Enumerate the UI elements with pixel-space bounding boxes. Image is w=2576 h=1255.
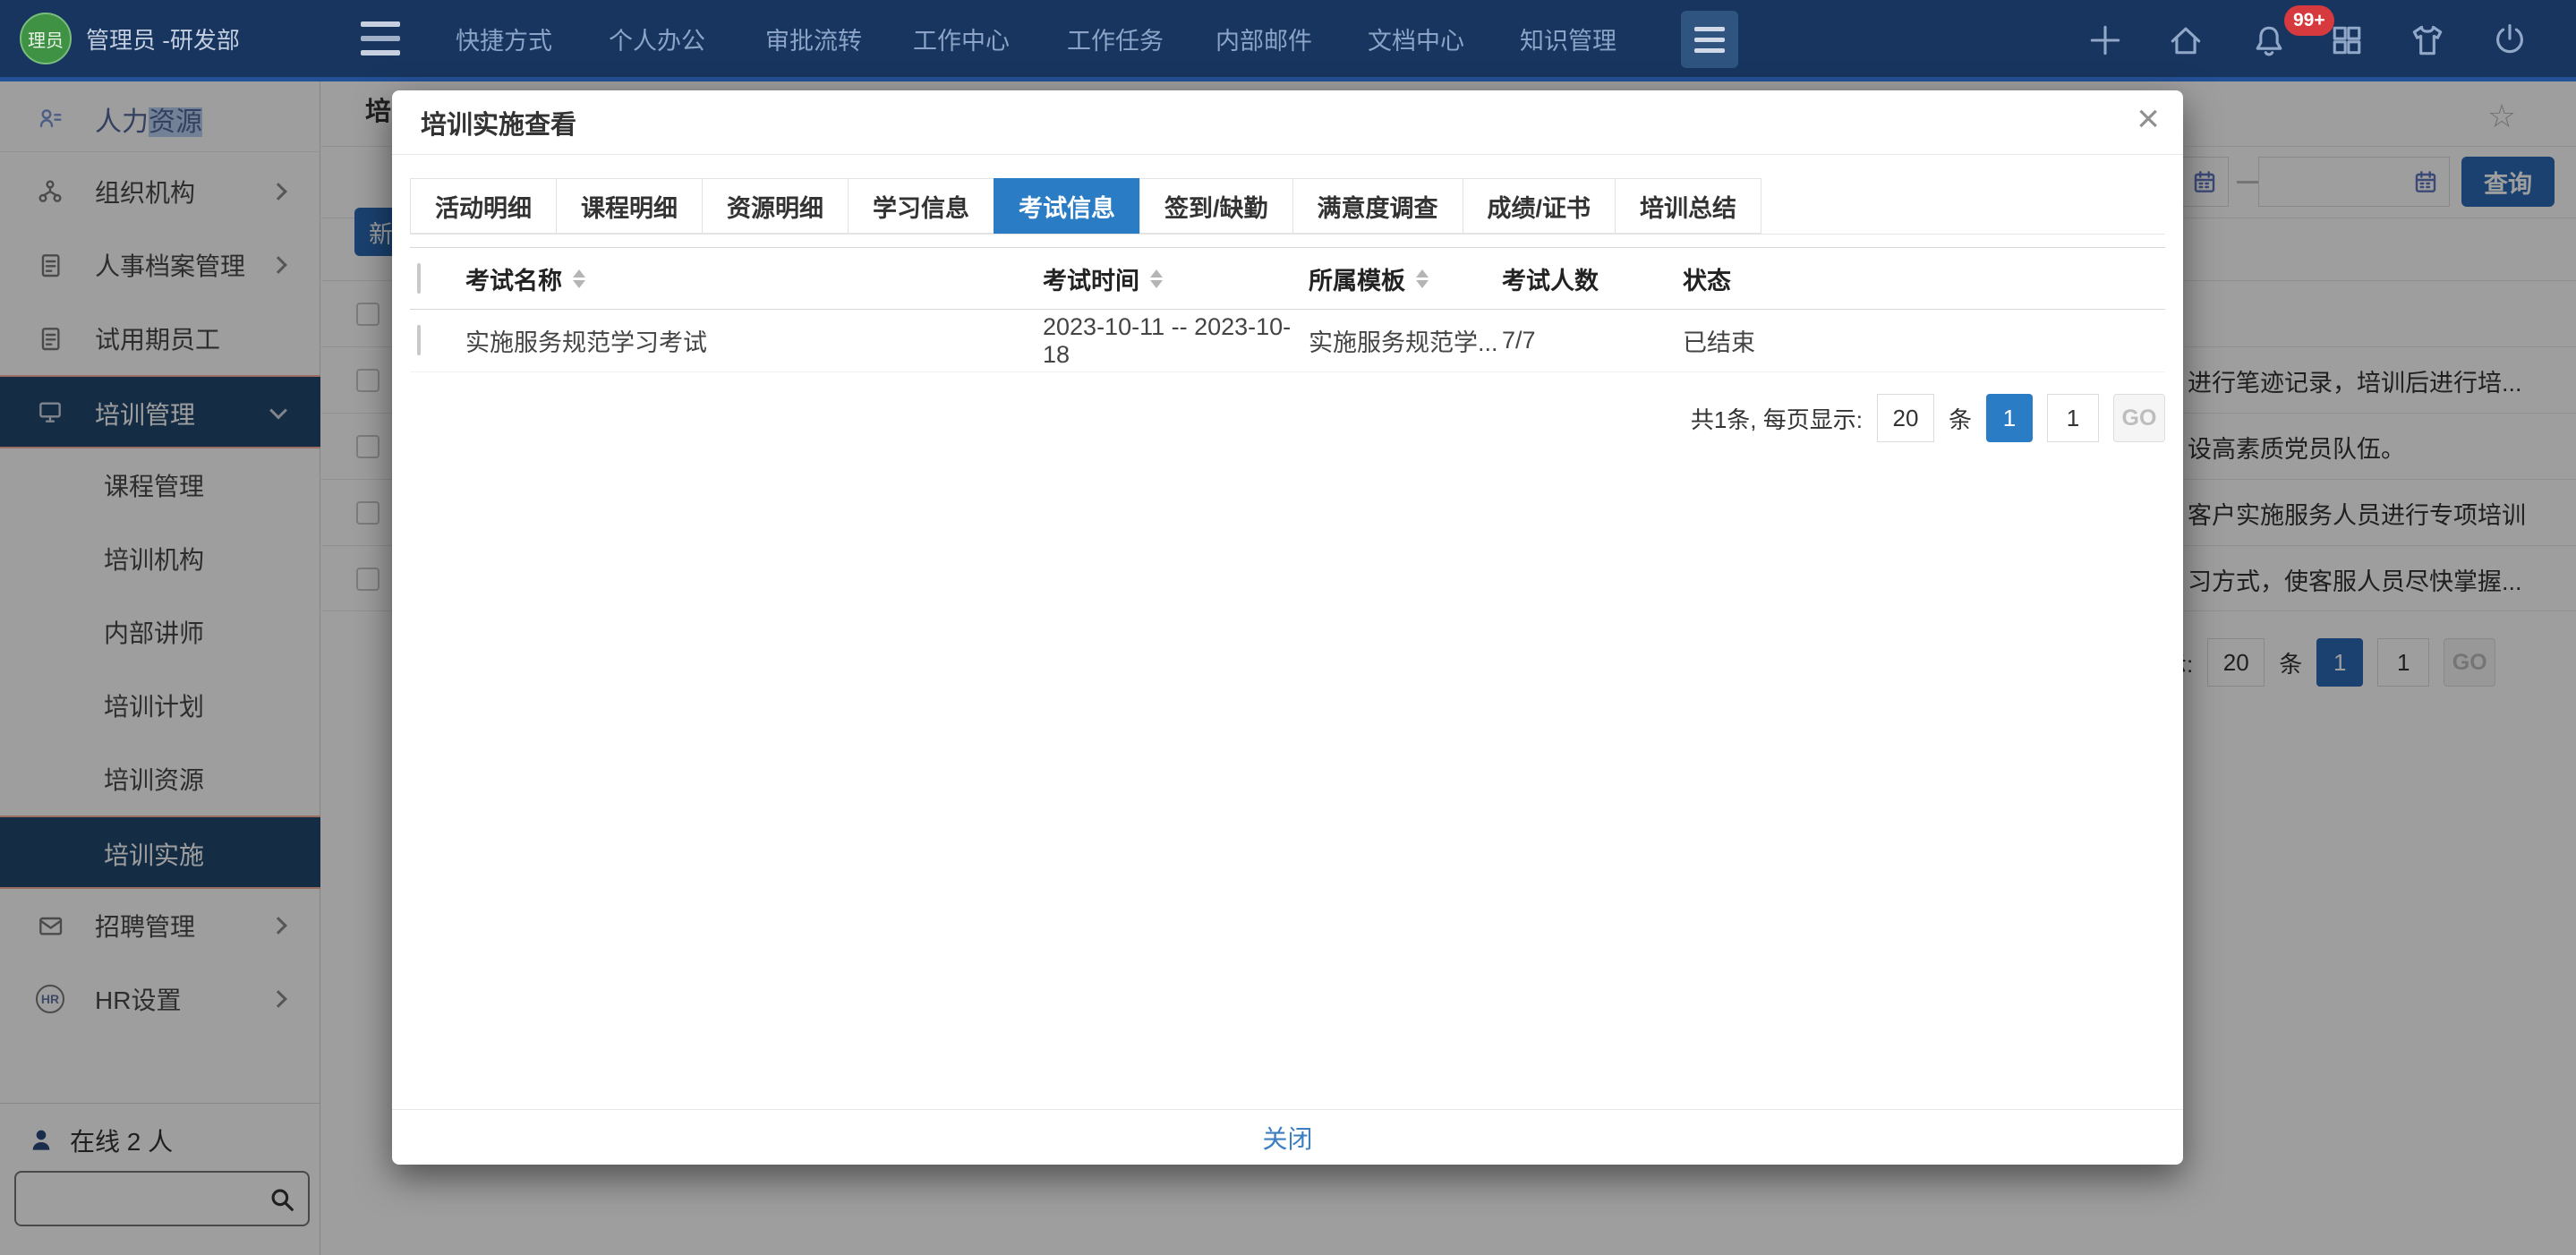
- modal-pagination: 共1条, 每页显示: 条 1 GO: [392, 394, 2165, 442]
- tab-signin-absence[interactable]: 签到/缺勤: [1139, 178, 1293, 234]
- more-menu-button[interactable]: [1681, 11, 1738, 68]
- column-label: 考试人数: [1502, 261, 1599, 296]
- nav-item-document-center[interactable]: 文档中心: [1368, 0, 1464, 77]
- cell-exam-count: 7/7: [1502, 327, 1683, 354]
- pagination-summary: 共1条, 每页显示:: [1691, 402, 1863, 435]
- nav-item-personal-office[interactable]: 个人办公: [609, 0, 705, 77]
- column-header-exam-name[interactable]: 考试名称: [465, 261, 1043, 296]
- modal-title: 培训实施查看: [421, 90, 576, 155]
- nav-item-shortcuts[interactable]: 快捷方式: [456, 0, 552, 77]
- tab-learning-info[interactable]: 学习信息: [848, 178, 994, 234]
- exam-table: 考试名称 考试时间 所属模板 考试人数 状态: [410, 247, 2165, 372]
- plus-icon[interactable]: [2086, 21, 2125, 60]
- power-icon[interactable]: [2490, 21, 2529, 60]
- column-label: 考试名称: [465, 261, 562, 296]
- tab-satisfaction-survey[interactable]: 满意度调查: [1292, 178, 1463, 234]
- column-label: 考试时间: [1043, 261, 1139, 296]
- tab-activity-detail[interactable]: 活动明细: [410, 178, 557, 234]
- column-header-exam-count: 考试人数: [1502, 261, 1683, 296]
- column-header-template[interactable]: 所属模板: [1309, 261, 1502, 296]
- username-label: 管理员 -研发部: [86, 0, 240, 77]
- user-avatar[interactable]: 理员: [20, 13, 72, 64]
- tab-course-detail[interactable]: 课程明细: [556, 178, 703, 234]
- table-header-row: 考试名称 考试时间 所属模板 考试人数 状态: [410, 247, 2165, 310]
- nav-item-approval-flow[interactable]: 审批流转: [765, 0, 862, 77]
- sort-icon: [1416, 269, 1429, 288]
- tab-exam-info[interactable]: 考试信息: [994, 178, 1140, 234]
- select-all-checkbox[interactable]: [417, 263, 421, 294]
- nav-item-work-tasks[interactable]: 工作任务: [1067, 0, 1164, 77]
- goto-page-input[interactable]: [2047, 394, 2099, 442]
- bell-icon[interactable]: [2249, 21, 2289, 60]
- tab-training-summary[interactable]: 培训总结: [1615, 178, 1761, 234]
- row-checkbox[interactable]: [417, 325, 421, 355]
- current-page-button[interactable]: 1: [1986, 394, 2033, 442]
- page-size-input[interactable]: [1877, 394, 1934, 442]
- cell-template: 实施服务规范学...: [1309, 323, 1502, 358]
- notification-badge: 99+: [2284, 5, 2334, 36]
- close-icon[interactable]: ×: [2137, 99, 2160, 139]
- sort-icon: [1150, 269, 1163, 288]
- nav-item-internal-mail[interactable]: 内部邮件: [1215, 0, 1312, 77]
- avatar-text: 理员: [28, 26, 64, 52]
- menu-list-icon[interactable]: [361, 21, 400, 55]
- app-window: 人力资源 组织机构 人事档案管理 试用期员工 培训管: [0, 0, 2576, 1255]
- modal-footer: 关闭: [392, 1109, 2183, 1165]
- training-implementation-view-modal: 培训实施查看 × 活动明细 课程明细 资源明细 学习信息 考试信息 签到/缺勤 …: [392, 90, 2183, 1165]
- column-header-exam-time[interactable]: 考试时间: [1043, 261, 1309, 296]
- close-button[interactable]: 关闭: [1262, 1120, 1312, 1156]
- theme-shirt-icon[interactable]: [2408, 21, 2447, 60]
- go-button[interactable]: GO: [2113, 394, 2165, 442]
- table-row: 实施服务规范学习考试 2023-10-11 -- 2023-10-18 实施服务…: [410, 310, 2165, 372]
- cell-exam-name: 实施服务规范学习考试: [465, 323, 1043, 358]
- nav-item-work-center[interactable]: 工作中心: [913, 0, 1010, 77]
- page-size-unit: 条: [1949, 402, 1972, 435]
- cell-status: 已结束: [1683, 323, 2165, 358]
- topbar: 理员 管理员 -研发部 快捷方式 个人办公 审批流转 工作中心 工作任务 内部邮…: [0, 0, 2576, 81]
- nav-item-knowledge[interactable]: 知识管理: [1520, 0, 1616, 77]
- column-label: 状态: [1683, 261, 1731, 296]
- home-icon[interactable]: [2166, 21, 2205, 60]
- modal-tabs: 活动明细 课程明细 资源明细 学习信息 考试信息 签到/缺勤 满意度调查 成绩/…: [410, 178, 2165, 235]
- sort-icon: [573, 269, 585, 288]
- cell-exam-time: 2023-10-11 -- 2023-10-18: [1043, 313, 1309, 369]
- column-label: 所属模板: [1309, 261, 1405, 296]
- column-header-status: 状态: [1683, 261, 2165, 296]
- tab-score-certificate[interactable]: 成绩/证书: [1463, 178, 1616, 234]
- modal-header: 培训实施查看 ×: [392, 90, 2183, 155]
- tab-resource-detail[interactable]: 资源明细: [702, 178, 849, 234]
